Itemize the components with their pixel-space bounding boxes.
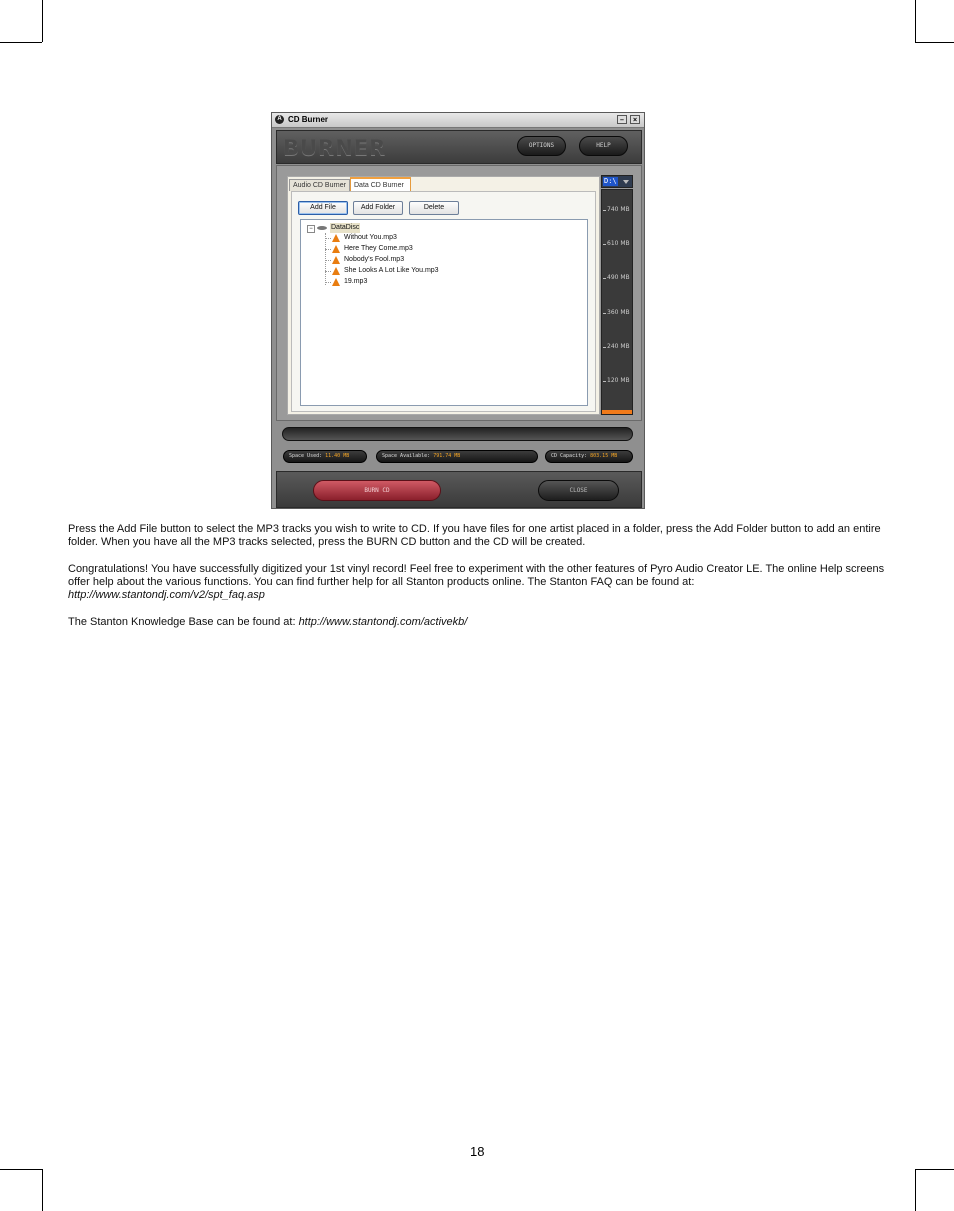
meter-label: 490 MB [607,274,630,281]
data-cd-burner-panel: Add File Add Folder Delete − DataDisc Wi… [291,191,596,412]
tree-file-item[interactable]: Here They Come.mp3 [344,244,413,254]
vlc-file-icon [332,245,340,253]
space-used-label: Space Used: [289,453,323,459]
meter-tick [603,347,606,348]
delete-button[interactable]: Delete [409,201,459,215]
space-used-display: Space Used: 11.40 MB [283,450,367,463]
meter-tick [603,210,606,211]
paragraph-congratulations: Congratulations! You have successfully d… [68,563,888,602]
paragraph-add-file: Press the Add File button to select the … [68,523,881,548]
knowledge-base-text: The Stanton Knowledge Base can be found … [68,616,299,628]
space-available-label: Space Available: [382,453,431,459]
file-tree[interactable]: − DataDisc Without You.mp3 Here They Com… [300,219,588,406]
cd-capacity-value: 803.15 MB [590,453,618,459]
meter-label: 360 MB [607,309,630,316]
collapse-icon[interactable]: − [307,225,315,233]
vlc-file-icon [332,267,340,275]
meter-label: 240 MB [607,343,630,350]
crop-mark-bottom-left-h [0,1169,42,1170]
meter-fill [602,410,632,414]
vlc-file-icon [332,278,340,286]
tree-branch [325,282,331,283]
meter-tick [603,278,606,279]
title-bar: A CD Burner – × [272,113,644,128]
tree-file-item[interactable]: Without You.mp3 [344,233,397,243]
add-folder-button[interactable]: Add Folder [353,201,403,215]
tree-root-datadisc[interactable]: DataDisc [330,223,361,233]
cd-capacity-label: CD Capacity: [551,453,588,459]
tab-audio-cd-burner[interactable]: Audio CD Burner [289,179,350,191]
paragraph-knowledge-base: The Stanton Knowledge Base can be found … [68,616,888,629]
drive-select-value: D:\ [603,177,618,186]
cd-burner-window: A CD Burner – × BURNER OPTIONS HELP Audi… [271,112,645,509]
help-button[interactable]: HELP [579,136,628,156]
window-title: CD Burner [288,115,329,124]
faq-link[interactable]: http://www.stantondj.com/v2/spt_faq.asp [68,589,265,601]
crop-mark-bottom-right-h [915,1169,954,1170]
tree-file-item[interactable]: Nobody's Fool.mp3 [344,255,404,265]
cd-capacity-display: CD Capacity: 803.15 MB [545,450,633,463]
tree-file-item[interactable]: 19.mp3 [344,277,367,287]
meter-tick [603,244,606,245]
crop-mark-top-left-h [0,42,42,43]
header-bar: BURNER OPTIONS HELP [276,130,642,164]
drive-select[interactable]: D:\ [601,175,633,188]
close-icon[interactable]: × [630,115,640,124]
disc-icon [317,226,327,230]
congratulations-text: Congratulations! You have successfully d… [68,563,885,588]
options-button[interactable]: OPTIONS [517,136,566,156]
tab-data-cd-burner[interactable]: Data CD Burner [350,177,411,191]
meter-label: 610 MB [607,240,630,247]
footer-bar: BURN CD CLOSE [276,471,642,508]
page-number: 18 [470,1144,485,1159]
app-icon: A [275,115,284,124]
burner-logo: BURNER [283,136,387,160]
burn-progress-bar [282,427,633,441]
burner-panel: Audio CD Burner Data CD Burner Add File … [276,165,642,421]
crop-mark-bottom-left-v [42,1169,43,1211]
tabs-area: Audio CD Burner Data CD Burner Add File … [287,176,600,415]
crop-mark-top-right-v [915,0,916,42]
space-available-value: 791.74 MB [433,453,461,459]
burn-cd-button[interactable]: BURN CD [313,480,441,501]
tree-branch [325,271,331,272]
knowledge-base-link[interactable]: http://www.stantondj.com/activekb/ [299,616,468,628]
chevron-down-icon[interactable] [623,180,629,184]
meter-tick [603,381,606,382]
add-file-button[interactable]: Add File [298,201,348,215]
space-used-value: 11.40 MB [325,453,350,459]
tree-connector [325,233,326,285]
meter-label: 120 MB [607,377,630,384]
close-button[interactable]: CLOSE [538,480,619,501]
capacity-meter: 740 MB 610 MB 490 MB 360 MB 240 MB 120 M… [601,189,633,415]
tree-branch [325,260,331,261]
meter-label: 740 MB [607,206,630,213]
crop-mark-top-left-v [42,0,43,42]
minimize-icon[interactable]: – [617,115,627,124]
vlc-file-icon [332,256,340,264]
tree-file-item[interactable]: She Looks A Lot Like You.mp3 [344,266,439,276]
crop-mark-bottom-right-v [915,1169,916,1211]
vlc-file-icon [332,234,340,242]
tree-branch [325,249,331,250]
space-available-display: Space Available: 791.74 MB [376,450,538,463]
crop-mark-top-right-h [915,42,954,43]
tree-branch [325,238,331,239]
meter-tick [603,313,606,314]
